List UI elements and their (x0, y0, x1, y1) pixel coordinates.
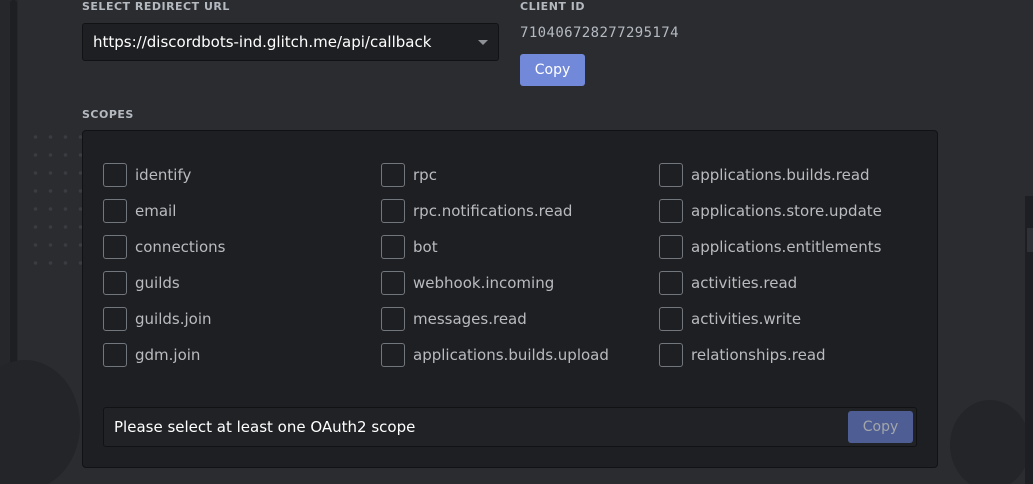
scope-guilds-join[interactable]: guilds.join (103, 307, 212, 331)
scope-gdm-join[interactable]: gdm.join (103, 343, 200, 367)
scope-applications-builds-upload[interactable]: applications.builds.upload (381, 343, 609, 367)
scope-checkbox[interactable] (659, 199, 683, 223)
scope-label: email (135, 202, 177, 220)
scope-label: applications.store.update (691, 202, 882, 220)
scope-connections[interactable]: connections (103, 235, 225, 259)
scope-label: guilds (135, 274, 180, 292)
scope-label: activities.read (691, 274, 798, 292)
right-scrollbar-thumb[interactable] (1027, 228, 1033, 252)
scope-label: messages.read (413, 310, 527, 328)
scopes-label: SCOPES (82, 108, 134, 121)
scope-label: applications.entitlements (691, 238, 882, 256)
scope-checkbox[interactable] (103, 343, 127, 367)
scope-checkbox[interactable] (103, 163, 127, 187)
scope-activities-read[interactable]: activities.read (659, 271, 797, 295)
scope-messages-read[interactable]: messages.read (381, 307, 527, 331)
scope-relationships-read[interactable]: relationships.read (659, 343, 826, 367)
scope-checkbox[interactable] (103, 307, 127, 331)
redirect-url-value: https://discordbots-ind.glitch.me/api/ca… (93, 33, 432, 51)
scope-checkbox[interactable] (103, 271, 127, 295)
scope-guilds[interactable]: guilds (103, 271, 180, 295)
scope-email[interactable]: email (103, 199, 176, 223)
copy-url-button[interactable]: Copy (848, 411, 913, 443)
decorative-blob (0, 360, 80, 484)
scope-checkbox[interactable] (659, 235, 683, 259)
scope-label: activities.write (691, 310, 802, 328)
scope-checkbox[interactable] (381, 343, 405, 367)
generated-url-text: Please select at least one OAuth2 scope (114, 418, 416, 436)
scope-applications-builds-read[interactable]: applications.builds.read (659, 163, 870, 187)
scope-checkbox[interactable] (381, 271, 405, 295)
scope-checkbox[interactable] (103, 199, 127, 223)
chevron-down-icon (478, 39, 488, 45)
scopes-panel: identify email connections guilds guilds… (82, 130, 938, 468)
scope-label: rpc (413, 166, 437, 184)
generated-url-field[interactable]: Please select at least one OAuth2 scope … (103, 407, 917, 447)
scope-applications-store-update[interactable]: applications.store.update (659, 199, 882, 223)
scope-webhook-incoming[interactable]: webhook.incoming (381, 271, 554, 295)
scope-label: connections (135, 238, 226, 256)
scope-checkbox[interactable] (659, 271, 683, 295)
scope-checkbox[interactable] (381, 235, 405, 259)
scope-checkbox[interactable] (103, 235, 127, 259)
scope-label: gdm.join (135, 346, 201, 364)
oauth2-url-generator: SELECT REDIRECT URL https://discordbots-… (0, 0, 1033, 484)
redirect-url-label: SELECT REDIRECT URL (82, 0, 230, 13)
decorative-blob (950, 400, 1030, 484)
scope-label: identify (135, 166, 192, 184)
scope-applications-entitlements[interactable]: applications.entitlements (659, 235, 881, 259)
scope-checkbox[interactable] (659, 343, 683, 367)
scope-label: guilds.join (135, 310, 212, 328)
client-id-label: CLIENT ID (520, 0, 585, 13)
scope-bot[interactable]: bot (381, 235, 438, 259)
scope-activities-write[interactable]: activities.write (659, 307, 801, 331)
scope-label: rpc.notifications.read (413, 202, 573, 220)
scope-checkbox[interactable] (659, 307, 683, 331)
client-id-value: 710406728277295174 (520, 25, 679, 41)
scope-label: applications.builds.read (691, 166, 870, 184)
decorative-dot-pattern (28, 128, 88, 274)
scope-identify[interactable]: identify (103, 163, 191, 187)
scope-label: applications.builds.upload (413, 346, 609, 364)
scope-checkbox[interactable] (381, 163, 405, 187)
scope-label: webhook.incoming (413, 274, 555, 292)
scope-checkbox[interactable] (659, 163, 683, 187)
scope-rpc-notifications-read[interactable]: rpc.notifications.read (381, 199, 572, 223)
scope-checkbox[interactable] (381, 199, 405, 223)
scope-checkbox[interactable] (381, 307, 405, 331)
copy-client-id-button[interactable]: Copy (520, 54, 585, 86)
scope-rpc[interactable]: rpc (381, 163, 437, 187)
scope-label: bot (413, 238, 438, 256)
scope-label: relationships.read (691, 346, 826, 364)
redirect-url-select[interactable]: https://discordbots-ind.glitch.me/api/ca… (82, 23, 499, 61)
